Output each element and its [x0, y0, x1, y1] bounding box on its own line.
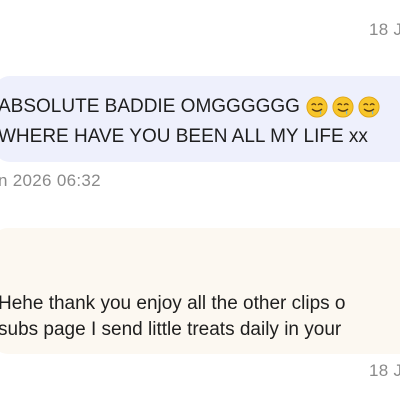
received-message-timestamp: n 2026 06:32 — [0, 171, 101, 190]
received-message-text-1: ABSOLUTE BADDIE OMGGGGGG — [0, 96, 300, 118]
chat-view: 18 J ABSOLUTE BADDIE OMGGGGGG WHERE HAVE… — [0, 0, 400, 400]
emoji-group — [306, 96, 380, 118]
drooling-face-icon — [306, 96, 328, 118]
timestamp-top: 18 J — [369, 20, 400, 39]
received-message-line-1: ABSOLUTE BADDIE OMGGGGGG — [0, 96, 380, 118]
drooling-face-icon — [358, 96, 380, 118]
drooling-face-icon — [332, 96, 354, 118]
received-message-bubble[interactable] — [0, 76, 400, 162]
sent-message-line-1: Hehe thank you enjoy all the other clips… — [0, 293, 346, 314]
received-message-line-2: WHERE HAVE YOU BEEN ALL MY LIFE xx — [0, 126, 368, 147]
sent-message-timestamp: 18 J — [369, 361, 400, 380]
sent-message-line-2: subs page I send little treats daily in … — [0, 319, 342, 340]
